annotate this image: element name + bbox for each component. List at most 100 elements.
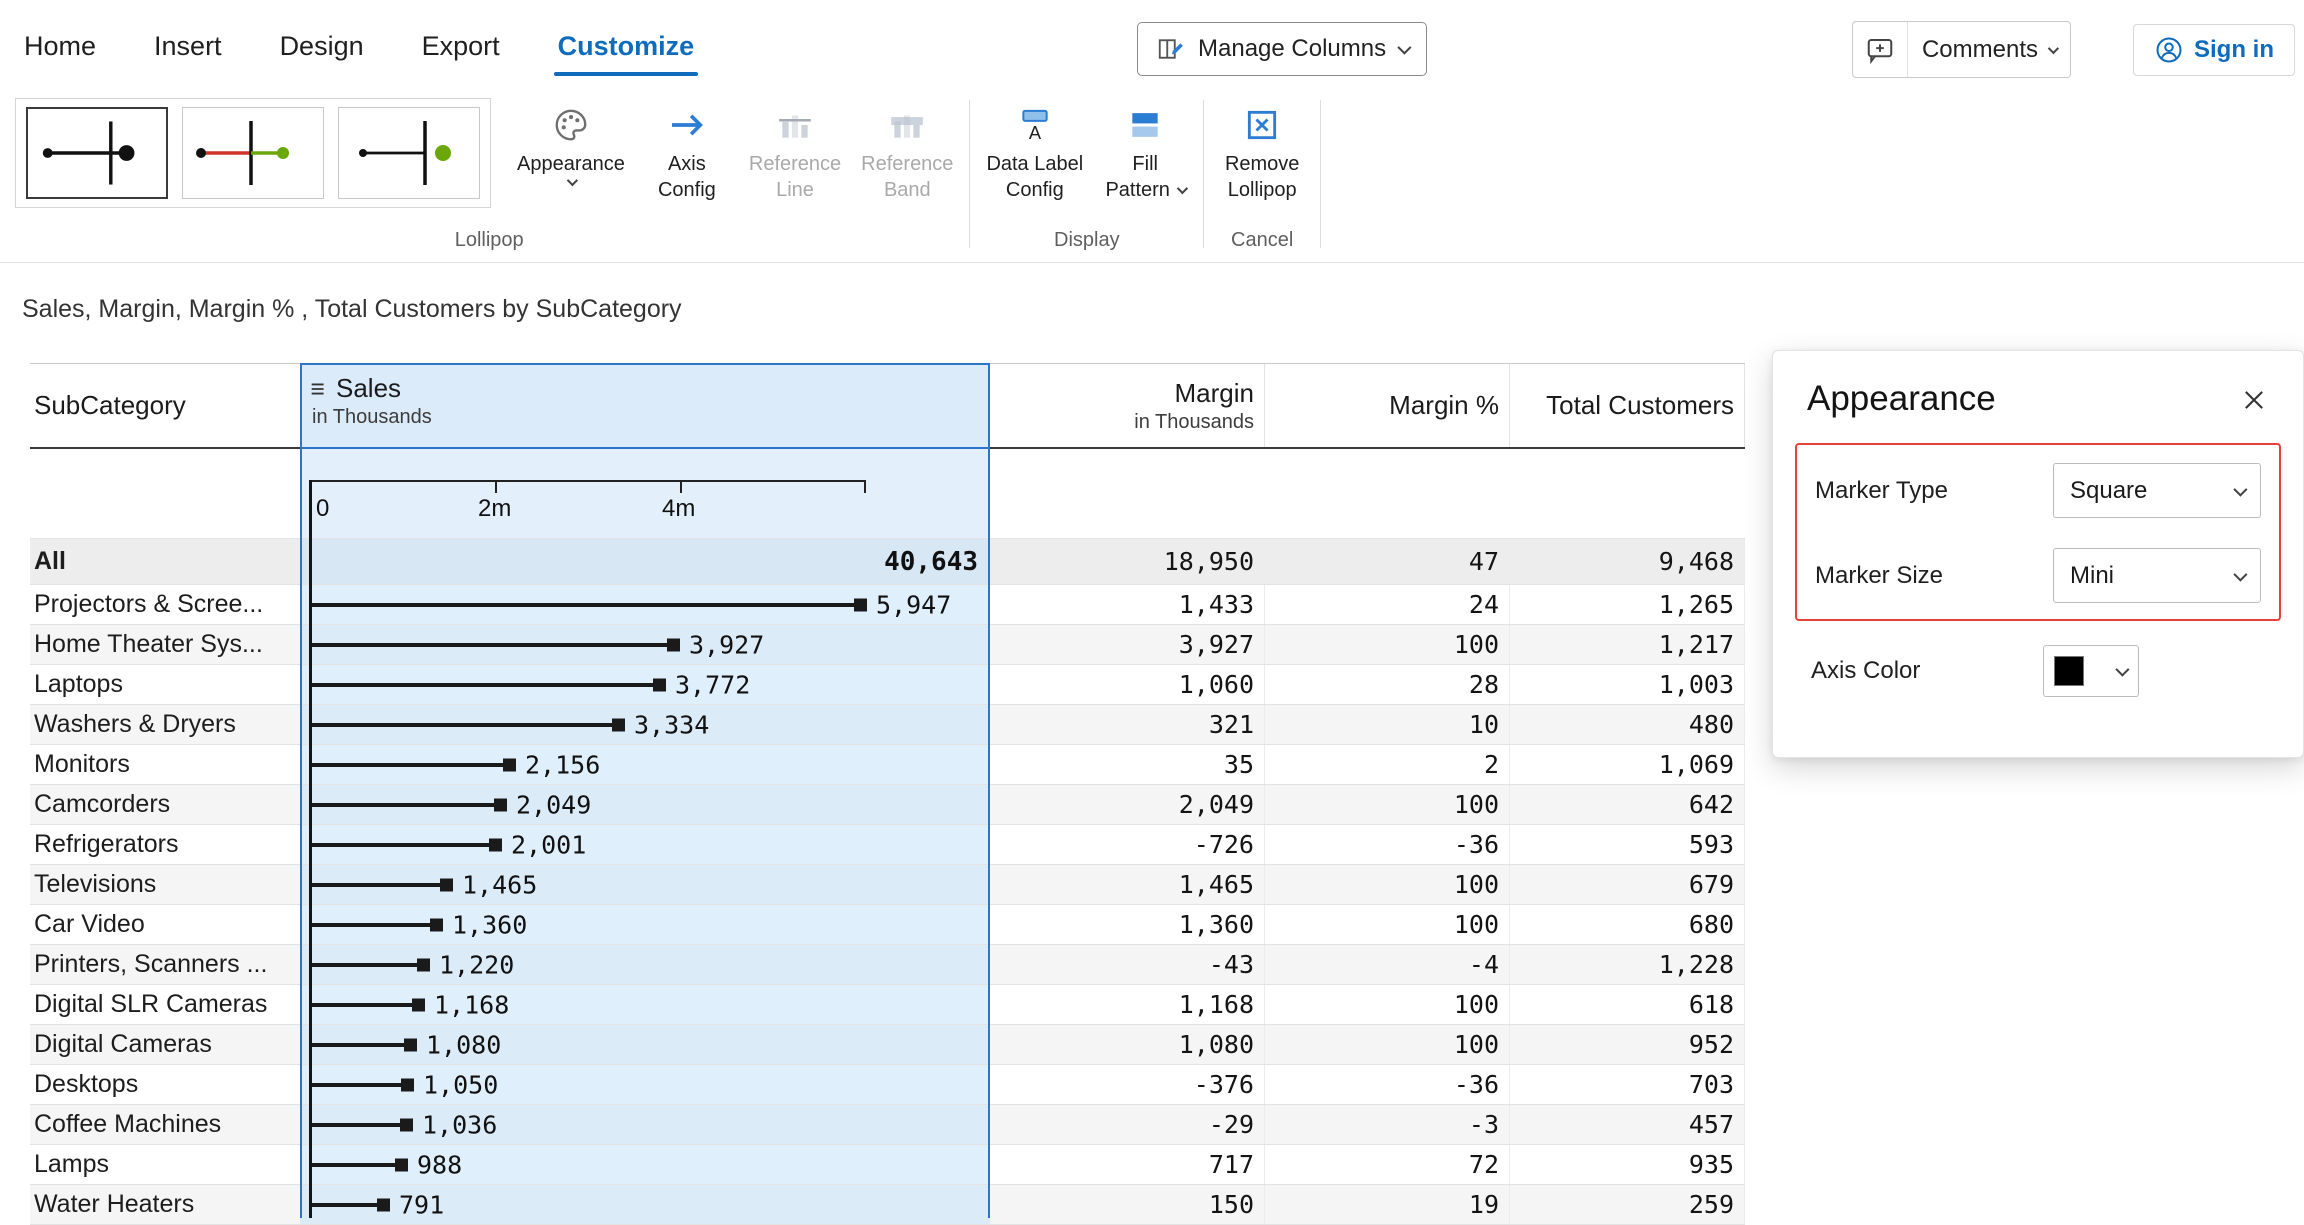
manage-columns-button[interactable]: Manage Columns [1137,22,1427,76]
subcategory-cell[interactable]: Refrigerators [30,825,300,864]
margin-cell[interactable]: 2,049 [990,785,1265,824]
total-customers-cell[interactable]: 9,468 [1510,539,1745,584]
margin-cell[interactable]: -43 [990,945,1265,984]
subcategory-cell[interactable]: All [30,539,300,584]
subcategory-cell[interactable]: Home Theater Sys... [30,625,300,664]
margin-cell[interactable]: 1,465 [990,865,1265,904]
column-header-margin[interactable]: Margin in Thousands [990,364,1265,447]
margin-pct-cell[interactable]: 100 [1265,865,1510,904]
margin-cell[interactable]: 18,950 [990,539,1265,584]
data-label-config-button[interactable]: A Data Label Config [976,98,1093,202]
margin-cell[interactable]: 1,060 [990,665,1265,704]
total-customers-cell[interactable]: 1,228 [1510,945,1745,984]
margin-pct-cell[interactable]: 100 [1265,905,1510,944]
total-customers-cell[interactable]: 1,265 [1510,585,1745,624]
margin-cell[interactable]: -376 [990,1065,1265,1104]
subcategory-cell[interactable]: Televisions [30,865,300,904]
menu-item-customize[interactable]: Customize [558,0,695,92]
appearance-button[interactable]: Appearance [507,98,635,186]
margin-pct-cell[interactable]: -3 [1265,1105,1510,1144]
sales-cell[interactable]: 988 [300,1145,990,1184]
subcategory-cell[interactable]: Car Video [30,905,300,944]
subcategory-cell[interactable]: Digital Cameras [30,1025,300,1064]
menu-item-insert[interactable]: Insert [154,0,222,92]
margin-pct-cell[interactable]: 10 [1265,705,1510,744]
fill-pattern-button[interactable]: Fill Pattern [1093,98,1197,202]
margin-cell[interactable]: -726 [990,825,1265,864]
margin-cell[interactable]: 1,360 [990,905,1265,944]
subcategory-cell[interactable]: Monitors [30,745,300,784]
margin-pct-cell[interactable]: 100 [1265,785,1510,824]
column-header-subcategory[interactable]: SubCategory [30,364,300,447]
total-customers-cell[interactable]: 259 [1510,1185,1745,1224]
total-customers-cell[interactable]: 618 [1510,985,1745,1024]
column-header-margin-pct[interactable]: Margin % [1265,364,1510,447]
margin-cell[interactable]: -29 [990,1105,1265,1144]
subcategory-cell[interactable]: Digital SLR Cameras [30,985,300,1024]
reference-band-button[interactable]: Reference Band [851,98,963,202]
column-header-total-customers[interactable]: Total Customers [1510,364,1745,447]
total-customers-cell[interactable]: 680 [1510,905,1745,944]
margin-pct-cell[interactable]: 24 [1265,585,1510,624]
remove-lollipop-button[interactable]: Remove Lollipop [1210,98,1314,202]
margin-pct-cell[interactable]: 47 [1265,539,1510,584]
subcategory-cell[interactable]: Camcorders [30,785,300,824]
sales-cell[interactable]: 5,947 [300,585,990,624]
margin-pct-cell[interactable]: 19 [1265,1185,1510,1224]
margin-pct-cell[interactable]: 72 [1265,1145,1510,1184]
reference-line-button[interactable]: Reference Line [739,98,851,202]
margin-pct-cell[interactable]: 100 [1265,985,1510,1024]
menu-item-export[interactable]: Export [422,0,500,92]
margin-cell[interactable]: 3,927 [990,625,1265,664]
subcategory-cell[interactable]: Coffee Machines [30,1105,300,1144]
total-customers-cell[interactable]: 679 [1510,865,1745,904]
total-customers-cell[interactable]: 1,069 [1510,745,1745,784]
marker-type-dropdown[interactable]: Square [2053,463,2261,518]
margin-pct-cell[interactable]: -36 [1265,825,1510,864]
margin-pct-cell[interactable]: 2 [1265,745,1510,784]
margin-cell[interactable]: 717 [990,1145,1265,1184]
marker-size-dropdown[interactable]: Mini [2053,548,2261,603]
sales-cell[interactable]: 2,156 [300,745,990,784]
sales-cell[interactable]: 1,168 [300,985,990,1024]
axis-color-dropdown[interactable] [2043,645,2139,697]
total-customers-cell[interactable]: 457 [1510,1105,1745,1144]
subcategory-cell[interactable]: Laptops [30,665,300,704]
total-customers-cell[interactable]: 1,003 [1510,665,1745,704]
margin-pct-cell[interactable]: 100 [1265,1025,1510,1064]
margin-pct-cell[interactable]: -4 [1265,945,1510,984]
comments-button[interactable]: Comments [1852,21,2071,78]
total-customers-cell[interactable]: 593 [1510,825,1745,864]
sales-cell[interactable]: 1,050 [300,1065,990,1104]
total-customers-cell[interactable]: 935 [1510,1145,1745,1184]
axis-config-button[interactable]: Axis Config [635,98,739,202]
total-customers-cell[interactable]: 642 [1510,785,1745,824]
margin-cell[interactable]: 1,168 [990,985,1265,1024]
subcategory-cell[interactable]: Lamps [30,1145,300,1184]
sales-cell[interactable]: 3,772 [300,665,990,704]
menu-item-design[interactable]: Design [280,0,364,92]
margin-cell[interactable]: 150 [990,1185,1265,1224]
lollipop-style-option-3[interactable] [338,107,480,199]
sales-cell[interactable]: 1,080 [300,1025,990,1064]
sign-in-button[interactable]: Sign in [2133,24,2295,76]
subcategory-cell[interactable]: Water Heaters [30,1185,300,1224]
subcategory-cell[interactable]: Projectors & Scree... [30,585,300,624]
subcategory-cell[interactable]: Printers, Scanners ... [30,945,300,984]
total-customers-cell[interactable]: 703 [1510,1065,1745,1104]
margin-cell[interactable]: 1,433 [990,585,1265,624]
margin-pct-cell[interactable]: 28 [1265,665,1510,704]
column-header-sales[interactable]: Sales in Thousands [300,364,990,447]
subcategory-cell[interactable]: Washers & Dryers [30,705,300,744]
sales-cell[interactable]: 1,465 [300,865,990,904]
margin-pct-cell[interactable]: -36 [1265,1065,1510,1104]
sales-cell[interactable]: 791 [300,1185,990,1224]
sales-cell[interactable]: 1,360 [300,905,990,944]
margin-pct-cell[interactable]: 100 [1265,625,1510,664]
menu-item-home[interactable]: Home [24,0,96,92]
sales-cell[interactable]: 2,049 [300,785,990,824]
margin-cell[interactable]: 321 [990,705,1265,744]
lollipop-style-option-2[interactable] [182,107,324,199]
total-customers-cell[interactable]: 480 [1510,705,1745,744]
total-customers-cell[interactable]: 952 [1510,1025,1745,1064]
